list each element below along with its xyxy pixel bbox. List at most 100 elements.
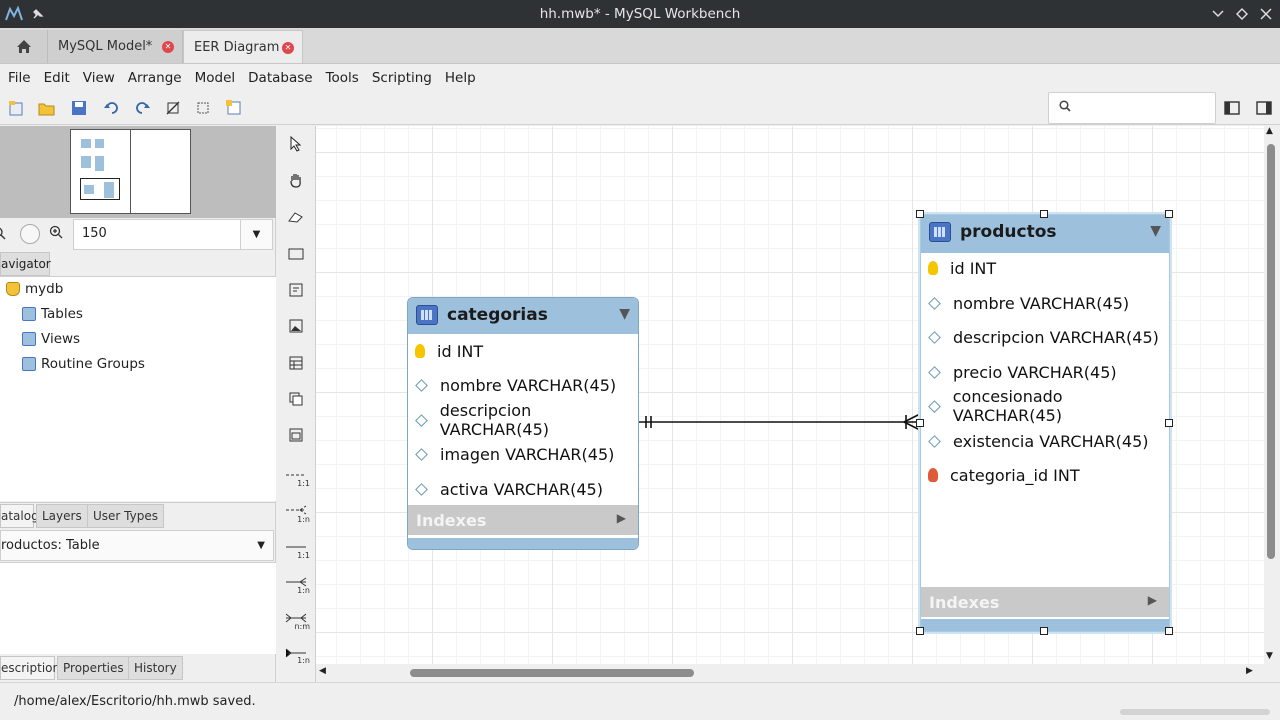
indexes-section[interactable]: Indexes ▶ xyxy=(921,587,1169,617)
routine-group-icon[interactable] xyxy=(285,424,307,446)
resize-handle[interactable] xyxy=(916,627,924,635)
minimize-icon[interactable] xyxy=(1208,4,1228,24)
menu-help[interactable]: Help xyxy=(439,70,482,86)
tree-item-tables[interactable]: Tables xyxy=(22,306,83,322)
select-pointer-icon[interactable] xyxy=(285,133,307,155)
text-note-icon[interactable] xyxy=(285,279,307,301)
collapse-triangle-icon[interactable]: ▼ xyxy=(619,306,630,322)
indexes-section[interactable]: Indexes ▶ xyxy=(408,505,638,535)
zoom-in-icon[interactable] xyxy=(49,225,63,243)
resize-handle[interactable] xyxy=(916,210,924,218)
column-row[interactable]: existencia VARCHAR(45) xyxy=(921,424,1149,458)
scrollbar-thumb[interactable] xyxy=(1267,144,1275,559)
column-row[interactable]: nombre VARCHAR(45) xyxy=(921,286,1129,320)
foreign-key-icon xyxy=(928,468,938,482)
scrollbar-thumb[interactable] xyxy=(410,669,694,677)
tree-item-mydb[interactable]: mydb xyxy=(6,281,63,297)
column-row[interactable]: concesionado VARCHAR(45) xyxy=(921,387,1169,425)
align-grid-icon[interactable] xyxy=(193,99,213,117)
hand-tool-icon[interactable] xyxy=(285,169,307,191)
entity-header[interactable]: productos ▼ xyxy=(921,215,1169,253)
eer-diagram-canvas[interactable]: categorias ▼ id INT nombre VARCHAR(45) d… xyxy=(316,126,1264,664)
menu-scripting[interactable]: Scripting xyxy=(366,70,438,86)
tree-item-routine-groups[interactable]: Routine Groups xyxy=(22,356,145,372)
menu-arrange[interactable]: Arrange xyxy=(122,70,188,86)
new-model-icon[interactable] xyxy=(6,99,26,117)
zoom-dropdown-button[interactable]: ▼ xyxy=(240,219,273,250)
column-row[interactable]: precio VARCHAR(45) xyxy=(921,355,1117,389)
image-tool-icon[interactable] xyxy=(285,315,307,337)
new-diagram-icon[interactable] xyxy=(224,99,244,117)
expand-triangle-icon[interactable]: ▶ xyxy=(617,511,626,525)
toggle-grid-icon[interactable] xyxy=(163,99,183,117)
entity-footer xyxy=(408,538,638,549)
horizontal-scrollbar[interactable]: ◀ ▶ xyxy=(316,664,1264,682)
eraser-icon[interactable] xyxy=(285,206,307,228)
entity-header[interactable]: categorias ▼ xyxy=(408,298,638,334)
scroll-up-icon[interactable]: ▲ xyxy=(1266,126,1273,136)
tab-navigator[interactable]: avigator xyxy=(0,252,51,276)
tab-mysql-model[interactable]: MySQL Model* ✕ xyxy=(48,30,183,63)
resize-handle[interactable] xyxy=(1165,419,1173,427)
column-row[interactable]: id INT xyxy=(921,251,996,285)
tab-history[interactable]: History xyxy=(128,656,183,680)
home-tab[interactable] xyxy=(0,30,48,63)
redo-icon[interactable] xyxy=(132,99,152,117)
zoom-level-input[interactable]: 150 xyxy=(73,219,241,250)
tab-properties[interactable]: Properties xyxy=(57,656,130,680)
column-row[interactable]: descripcion VARCHAR(45) xyxy=(408,401,638,439)
tab-description[interactable]: escription xyxy=(0,656,60,680)
scroll-down-icon[interactable]: ▼ xyxy=(1266,651,1273,661)
menu-view[interactable]: View xyxy=(77,70,121,86)
scroll-left-icon[interactable]: ◀ xyxy=(319,666,326,676)
object-selector[interactable]: roductos: Table ▼ xyxy=(0,530,274,561)
close-tab-icon[interactable]: ✕ xyxy=(282,42,294,54)
column-row[interactable]: categoria_id INT xyxy=(921,458,1080,492)
menu-database[interactable]: Database xyxy=(242,70,318,86)
resize-handle[interactable] xyxy=(1165,627,1173,635)
column-row[interactable]: id INT xyxy=(408,334,483,368)
layer-tool-icon[interactable] xyxy=(285,243,307,265)
scroll-right-icon[interactable]: ▶ xyxy=(1246,666,1253,676)
table-tool-icon[interactable] xyxy=(285,352,307,374)
diagram-minimap[interactable] xyxy=(70,129,191,214)
resize-handle[interactable] xyxy=(916,419,924,427)
menu-file[interactable]: File xyxy=(2,70,37,86)
menu-tools[interactable]: Tools xyxy=(320,70,365,86)
zoom-reset-button[interactable] xyxy=(20,224,40,244)
toggle-sidebar-left-icon[interactable] xyxy=(1222,99,1242,117)
indexes-label: Indexes xyxy=(929,593,1000,612)
open-folder-icon[interactable] xyxy=(37,99,57,117)
description-editor[interactable] xyxy=(0,562,276,654)
entity-table-categorias[interactable]: categorias ▼ id INT nombre VARCHAR(45) d… xyxy=(407,297,639,550)
menu-edit[interactable]: Edit xyxy=(38,70,76,86)
tab-eer-diagram[interactable]: EER Diagram ✕ xyxy=(183,30,303,63)
close-window-icon[interactable] xyxy=(1256,4,1276,24)
menu-model[interactable]: Model xyxy=(189,70,242,86)
close-tab-icon[interactable]: ✕ xyxy=(162,41,174,53)
column-row[interactable]: nombre VARCHAR(45) xyxy=(408,368,616,402)
resize-handle[interactable] xyxy=(1040,627,1048,635)
vertical-scrollbar[interactable]: ▲ ▼ xyxy=(1264,126,1280,664)
entity-table-productos[interactable]: productos ▼ id INT nombre VARCHAR(45) de… xyxy=(920,214,1170,632)
save-icon[interactable] xyxy=(69,99,89,117)
resize-handle[interactable] xyxy=(1165,210,1173,218)
column-row[interactable]: activa VARCHAR(45) xyxy=(408,472,603,506)
tab-user-types[interactable]: User Types xyxy=(87,504,164,528)
column-row[interactable]: descripcion VARCHAR(45) xyxy=(921,320,1159,354)
maximize-icon[interactable] xyxy=(1232,4,1252,24)
resize-handle[interactable] xyxy=(1040,210,1048,218)
view-tool-icon[interactable] xyxy=(285,388,307,410)
tree-item-views[interactable]: Views xyxy=(22,331,80,347)
expand-triangle-icon[interactable]: ▶ xyxy=(1148,593,1157,607)
search-icon xyxy=(1059,100,1071,116)
search-input[interactable] xyxy=(1048,92,1216,124)
toggle-sidebar-right-icon[interactable] xyxy=(1254,99,1274,117)
zoom-out-icon[interactable] xyxy=(0,226,6,244)
tab-layers[interactable]: Layers xyxy=(36,504,88,528)
column-row[interactable]: imagen VARCHAR(45) xyxy=(408,437,614,471)
undo-icon[interactable] xyxy=(102,99,122,117)
tab-catalog[interactable]: atalog xyxy=(0,504,39,528)
tab-label: EER Diagram xyxy=(194,39,280,55)
collapse-triangle-icon[interactable]: ▼ xyxy=(1150,223,1161,239)
